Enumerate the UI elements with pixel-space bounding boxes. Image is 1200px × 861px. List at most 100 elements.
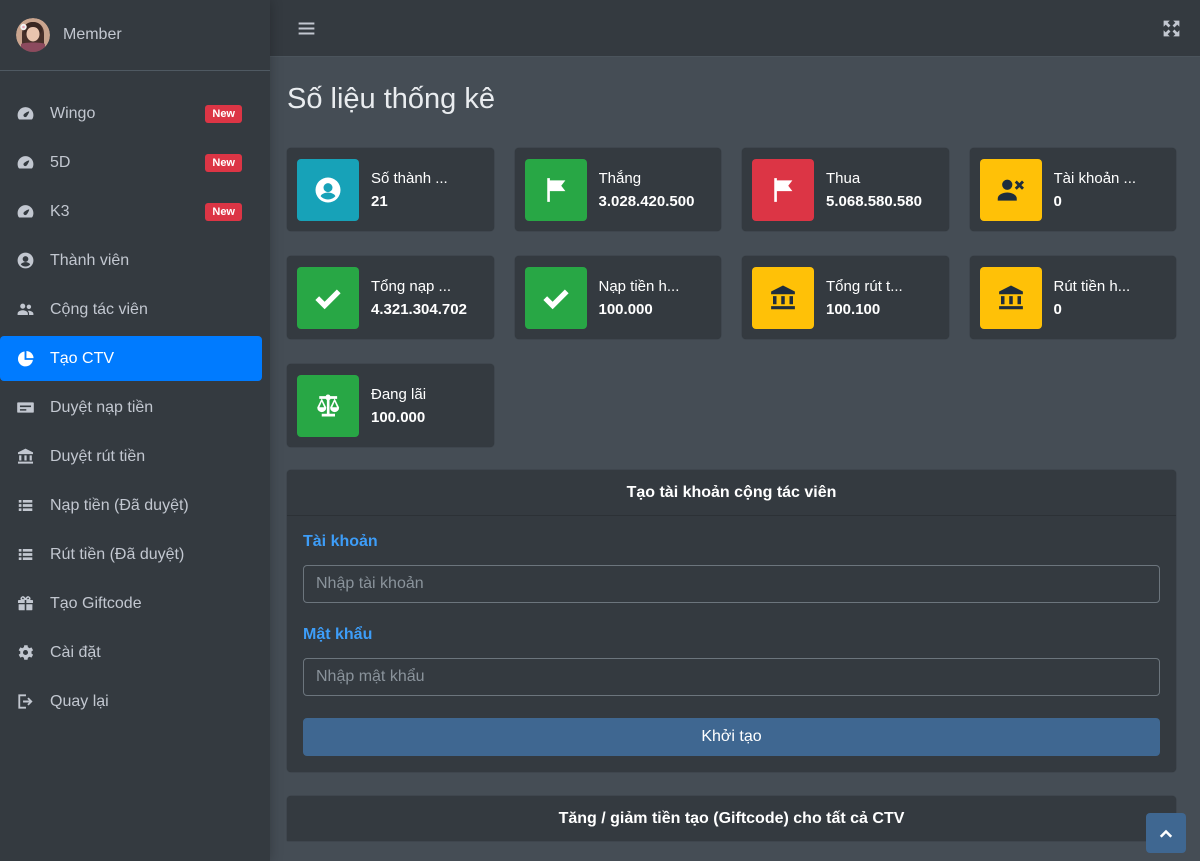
stat-card-tong-rut: Tổng rút t...100.100: [742, 256, 949, 339]
stat-value: 100.000: [599, 301, 680, 318]
stat-value: 21: [371, 193, 448, 210]
gear-icon: [16, 643, 43, 662]
stat-content: Rút tiền h... 0: [1054, 278, 1131, 318]
gauge-icon: [16, 202, 43, 221]
sidebar-item-label: Quay lại: [50, 692, 109, 711]
menu-toggle-icon[interactable]: [296, 18, 317, 39]
stat-card-so-thanh-vien: Số thành ... 21: [287, 148, 494, 231]
check-icon: [525, 267, 587, 329]
sidebar-item-thanh-vien[interactable]: Thành viên: [0, 238, 262, 283]
gift-icon: [16, 594, 43, 613]
stat-label: Thắng: [599, 170, 695, 187]
password-label: Mật khẩu: [303, 625, 1160, 644]
topbar: [270, 0, 1200, 57]
stat-content: Thua 5.068.580.580: [826, 170, 922, 210]
bank-icon: [16, 447, 43, 466]
new-badge: New: [205, 105, 242, 123]
giftcode-adjust-card-header: Tăng / giảm tiền tạo (Giftcode) cho tất …: [287, 796, 1176, 841]
user-panel[interactable]: Member: [0, 0, 270, 71]
user-circle-icon: [297, 159, 359, 221]
stat-card-dang-lai: Đang lãi 100.000: [287, 364, 494, 447]
stat-content: Thắng3.028.420.500: [599, 170, 695, 210]
sidebar-item-cai-dat[interactable]: Cài đặt: [0, 630, 262, 675]
sidebar-item-label: Duyệt rút tiền: [50, 447, 145, 466]
sidebar-item-label: Duyệt nạp tiền: [50, 398, 153, 417]
user-x-icon: [980, 159, 1042, 221]
sidebar-item-wingo[interactable]: Wingo New: [0, 91, 262, 136]
sidebar-item-duyet-rut-tien[interactable]: Duyệt rút tiền: [0, 434, 262, 479]
new-badge: New: [205, 154, 242, 172]
stat-content: Tổng nạp ... 4.321.304.702: [371, 278, 467, 318]
scroll-top-button[interactable]: [1146, 813, 1186, 853]
stat-value: 0: [1054, 301, 1131, 318]
password-input[interactable]: [303, 658, 1160, 696]
create-ctv-card-title: Tạo tài khoản cộng tác viên: [303, 483, 1160, 502]
user-avatar: [16, 18, 50, 52]
giftcode-adjust-card: Tăng / giảm tiền tạo (Giftcode) cho tất …: [287, 796, 1176, 841]
sign-out-icon: [16, 692, 43, 711]
sidebar-item-label: Cài đặt: [50, 643, 101, 662]
stat-value: 0: [1054, 193, 1137, 210]
sidebar-item-nap-tien-da-duyet[interactable]: Nạp tiền (Đã duyệt): [0, 483, 262, 528]
stat-label: Tổng rút t...: [826, 278, 903, 295]
sidebar-item-quay-lai[interactable]: Quay lại: [0, 679, 262, 724]
stat-card-tai-khoan-khoa: Tài khoản ... 0: [970, 148, 1177, 231]
flag-icon: [525, 159, 587, 221]
giftcode-adjust-card-title: Tăng / giảm tiền tạo (Giftcode) cho tất …: [303, 809, 1160, 828]
stat-label: Nạp tiền h...: [599, 278, 680, 295]
username-input[interactable]: [303, 565, 1160, 603]
sidebar-item-label: Wingo: [50, 104, 95, 123]
user-name: Member: [63, 26, 122, 44]
bank-icon: [752, 267, 814, 329]
chart-pie-icon: [16, 349, 43, 368]
stat-card-tong-nap: Tổng nạp ... 4.321.304.702: [287, 256, 494, 339]
stat-card-nap-tien-hom-nay: Nạp tiền h... 100.000: [515, 256, 722, 339]
create-ctv-card-body: Tài khoản Mật khẩu Khởi tạo: [287, 516, 1176, 772]
stat-label: Số thành ...: [371, 170, 448, 187]
gauge-icon: [16, 153, 43, 172]
money-check-icon: [16, 398, 43, 417]
sidebar: Member WingoNew5DNewK3NewThành viênCộng …: [0, 0, 270, 861]
sidebar-item-tao-giftcode[interactable]: Tạo Giftcode: [0, 581, 262, 626]
stat-content: Đang lãi 100.000: [371, 386, 426, 426]
stat-value: 5.068.580.580: [826, 193, 922, 210]
sidebar-item-rut-tien-da-duyet[interactable]: Rút tiền (Đã duyệt): [0, 532, 262, 577]
sidebar-item-duyet-nap-tien[interactable]: Duyệt nạp tiền: [0, 385, 262, 430]
stat-label: Đang lãi: [371, 386, 426, 403]
create-ctv-card-header: Tạo tài khoản cộng tác viên: [287, 470, 1176, 516]
sidebar-item-label: Nạp tiền (Đã duyệt): [50, 496, 189, 515]
content: Số liệu thống kê Số thành ...21Thắng3.02…: [270, 57, 1200, 841]
stats-grid: Số thành ... 21 Thắng3.028.420.500 Thua 5.06…: [287, 148, 1176, 447]
sidebar-nav: WingoNew5DNewK3NewThành viênCộng tác viê…: [0, 71, 270, 724]
stat-value: 4.321.304.702: [371, 301, 467, 318]
username-group: Tài khoản: [303, 532, 1160, 603]
new-badge: New: [205, 203, 242, 221]
sidebar-item-label: Tạo Giftcode: [50, 594, 142, 613]
stat-label: Tài khoản ...: [1054, 170, 1137, 187]
sidebar-item-label: Rút tiền (Đã duyệt): [50, 545, 184, 564]
flag-icon: [752, 159, 814, 221]
create-button[interactable]: Khởi tạo: [303, 718, 1160, 756]
sidebar-item-tao-ctv[interactable]: Tạo CTV: [0, 336, 262, 381]
gauge-icon: [16, 104, 43, 123]
stat-value: 100.000: [371, 409, 426, 426]
list-icon: [16, 496, 43, 515]
stat-card-thang: Thắng3.028.420.500: [515, 148, 722, 231]
list-icon: [16, 545, 43, 564]
balance-icon: [297, 375, 359, 437]
stat-content: Nạp tiền h... 100.000: [599, 278, 680, 318]
username-label: Tài khoản: [303, 532, 1160, 551]
sidebar-item-k3[interactable]: K3New: [0, 189, 262, 234]
sidebar-item-label: Thành viên: [50, 251, 129, 270]
sidebar-item-cong-tac-vien[interactable]: Cộng tác viên: [0, 287, 262, 332]
stat-label: Rút tiền h...: [1054, 278, 1131, 295]
stat-content: Tổng rút t...100.100: [826, 278, 903, 318]
stat-content: Tài khoản ... 0: [1054, 170, 1137, 210]
sidebar-item-5d[interactable]: 5DNew: [0, 140, 262, 185]
stat-label: Tổng nạp ...: [371, 278, 467, 295]
stat-label: Thua: [826, 170, 922, 187]
fullscreen-icon[interactable]: [1161, 18, 1182, 39]
users-icon: [16, 300, 43, 319]
check-icon: [297, 267, 359, 329]
password-group: Mật khẩu: [303, 625, 1160, 696]
